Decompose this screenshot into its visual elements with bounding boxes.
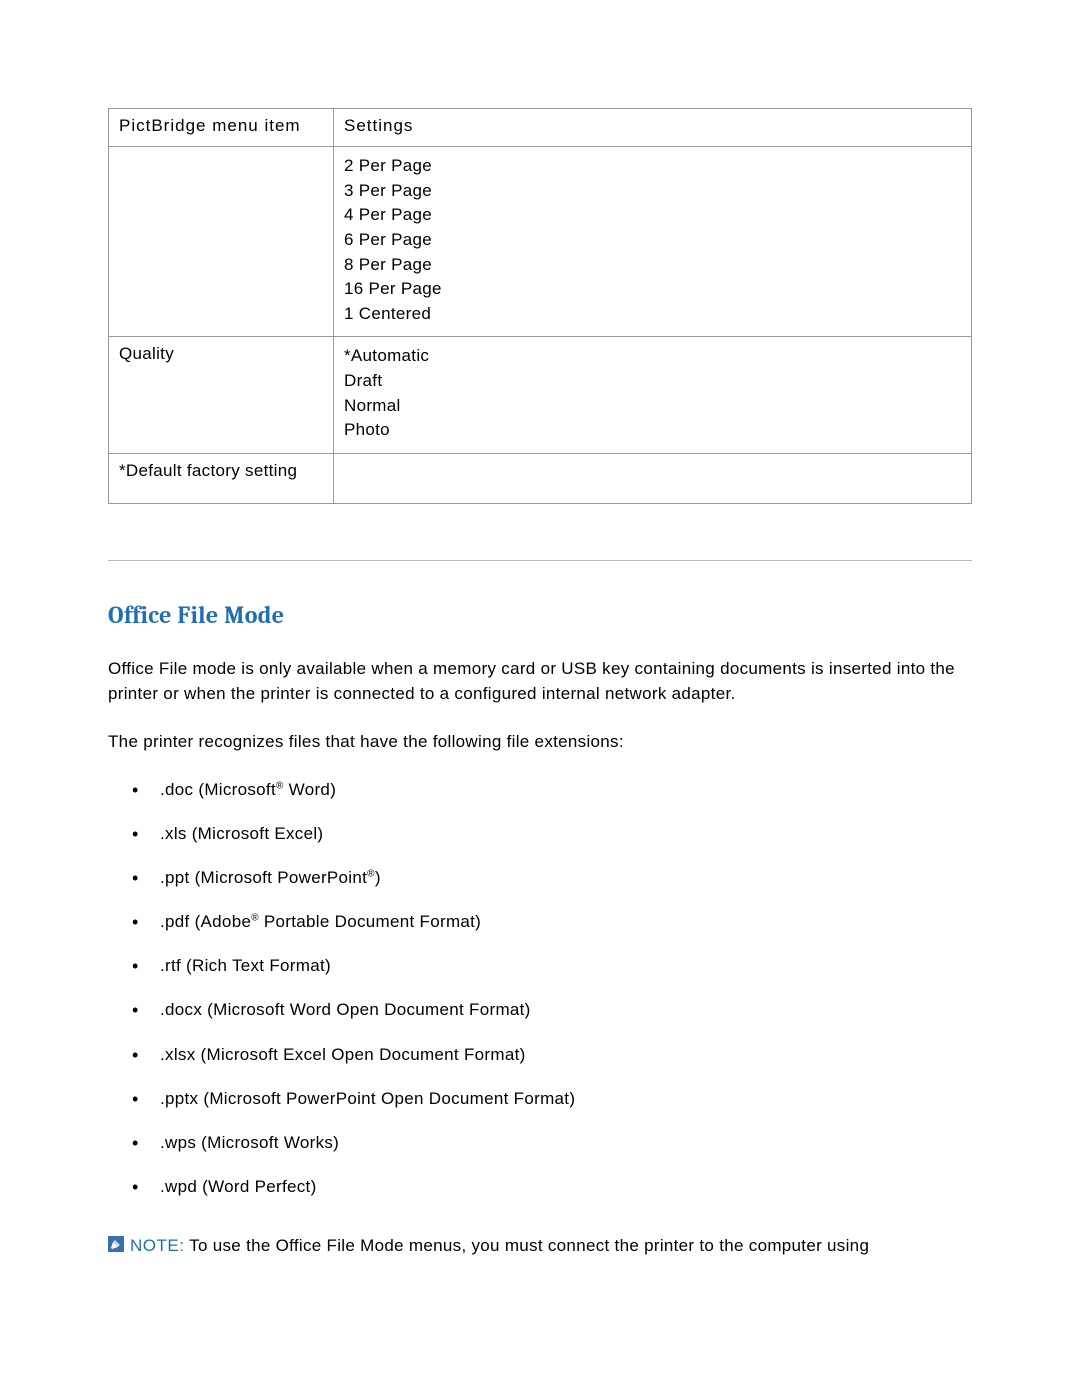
header-settings: Settings: [334, 109, 972, 147]
file-extensions-list: .doc (Microsoft® Word) .xls (Microsoft E…: [108, 779, 972, 1198]
note-body: To use the Office File Mode menus, you m…: [184, 1236, 869, 1255]
section-divider: [108, 560, 972, 561]
setting-option: 1 Centered: [344, 302, 961, 327]
list-item: .docx (Microsoft Word Open Document Form…: [160, 999, 972, 1021]
list-item: .xls (Microsoft Excel): [160, 823, 972, 845]
table-row: 2 Per Page 3 Per Page 4 Per Page 6 Per P…: [109, 147, 972, 337]
setting-option: Draft: [344, 369, 961, 394]
table-header-row: PictBridge menu item Settings: [109, 109, 972, 147]
setting-option: 16 Per Page: [344, 277, 961, 302]
setting-option: Photo: [344, 418, 961, 443]
cell-menu-item: *Default factory setting: [109, 454, 334, 504]
intro-paragraph-2: The printer recognizes files that have t…: [108, 730, 972, 755]
note-prefix: NOTE:: [130, 1236, 184, 1255]
list-item: .wpd (Word Perfect): [160, 1176, 972, 1198]
cell-settings: 2 Per Page 3 Per Page 4 Per Page 6 Per P…: [334, 147, 972, 337]
cell-settings: [334, 454, 972, 504]
list-item: .xlsx (Microsoft Excel Open Document For…: [160, 1044, 972, 1066]
setting-option: 2 Per Page: [344, 154, 961, 179]
intro-paragraph-1: Office File mode is only available when …: [108, 657, 972, 706]
setting-option: *Automatic: [344, 344, 961, 369]
note-block: NOTE: To use the Office File Mode menus,…: [108, 1234, 972, 1259]
table-row: *Default factory setting: [109, 454, 972, 504]
setting-option: 4 Per Page: [344, 203, 961, 228]
setting-option: 6 Per Page: [344, 228, 961, 253]
list-item: .pdf (Adobe® Portable Document Format): [160, 911, 972, 933]
cell-menu-item: [109, 147, 334, 337]
cell-menu-item: Quality: [109, 337, 334, 454]
setting-option: Normal: [344, 394, 961, 419]
setting-option: 3 Per Page: [344, 179, 961, 204]
header-menu-item: PictBridge menu item: [109, 109, 334, 147]
note-text: NOTE: To use the Office File Mode menus,…: [130, 1234, 869, 1259]
list-item: .pptx (Microsoft PowerPoint Open Documen…: [160, 1088, 972, 1110]
section-title: Office File Mode: [108, 601, 972, 629]
pictbridge-settings-table: PictBridge menu item Settings 2 Per Page…: [108, 108, 972, 504]
list-item: .rtf (Rich Text Format): [160, 955, 972, 977]
note-pencil-icon: [108, 1236, 124, 1252]
list-item: .doc (Microsoft® Word): [160, 779, 972, 801]
cell-settings: *Automatic Draft Normal Photo: [334, 337, 972, 454]
setting-option: 8 Per Page: [344, 253, 961, 278]
table-row: Quality *Automatic Draft Normal Photo: [109, 337, 972, 454]
list-item: .ppt (Microsoft PowerPoint®): [160, 867, 972, 889]
list-item: .wps (Microsoft Works): [160, 1132, 972, 1154]
